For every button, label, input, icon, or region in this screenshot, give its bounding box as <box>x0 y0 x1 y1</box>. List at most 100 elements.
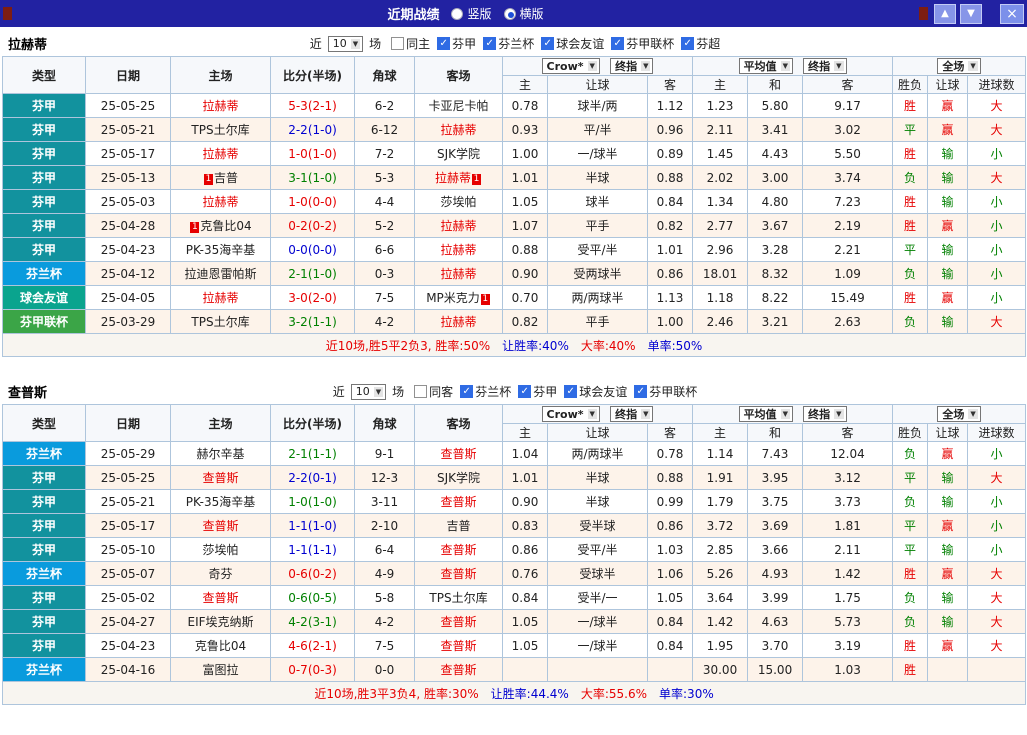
score-link[interactable]: 1-0(0-0) <box>270 189 355 214</box>
score-link[interactable]: 4-6(2-1) <box>270 633 355 658</box>
score-link[interactable]: 2-1(1-0) <box>270 261 355 286</box>
filter-checkbox[interactable]: ✓ <box>437 37 451 50</box>
score-link[interactable]: 1-0(1-0) <box>270 141 355 166</box>
home-team-link[interactable]: 富图拉 <box>170 657 271 682</box>
away-team-link[interactable]: 查普斯 <box>414 441 503 466</box>
average-header-cell: 平均值 ▼ 终指 ▼ <box>692 404 894 424</box>
away-team-link[interactable]: 查普斯 <box>414 609 503 634</box>
score-link[interactable]: 0-7(0-3) <box>270 657 355 682</box>
home-team-link[interactable]: 拉赫蒂 <box>170 93 271 118</box>
away-team-link[interactable]: 查普斯 <box>414 633 503 658</box>
avg-away-cell: 2.63 <box>802 309 894 334</box>
scope-select[interactable]: 全场 ▼ <box>937 58 981 74</box>
scroll-up-button[interactable]: ▲ <box>934 3 956 24</box>
away-team-link[interactable]: 卡亚尼卡帕 <box>414 93 503 118</box>
score-link[interactable]: 1-1(1-1) <box>270 537 355 562</box>
score-link[interactable]: 0-6(0-2) <box>270 561 355 586</box>
odds-company-select[interactable]: Crow* ▼ <box>541 58 600 75</box>
team-name-text: 克鲁比04 <box>194 639 247 653</box>
close-button[interactable]: × <box>1000 3 1024 24</box>
home-team-link[interactable]: 1 吉普 <box>170 165 271 190</box>
away-team-link[interactable]: MP米克力 1 <box>414 285 503 310</box>
filter-checkbox[interactable] <box>414 385 428 398</box>
filter-checkbox[interactable]: ✓ <box>564 385 578 398</box>
filter-checkbox[interactable]: ✓ <box>541 37 555 50</box>
away-team-link[interactable]: 拉赫蒂 1 <box>414 165 503 190</box>
home-team-link[interactable]: 拉赫蒂 <box>170 141 271 166</box>
filter-checkbox[interactable]: ✓ <box>518 385 532 398</box>
home-team-link[interactable]: 拉赫蒂 <box>170 285 271 310</box>
home-team-link[interactable]: 拉赫蒂 <box>170 189 271 214</box>
home-team-link[interactable]: 奇芬 <box>170 561 271 586</box>
home-team-link[interactable]: TPS土尔库 <box>170 117 271 142</box>
score-link[interactable]: 1-0(1-0) <box>270 489 355 514</box>
filter-checkbox[interactable]: ✓ <box>460 385 474 398</box>
filter-checkbox[interactable]: ✓ <box>634 385 648 398</box>
average-stage-select[interactable]: 终指 ▼ <box>803 58 847 74</box>
home-team-link[interactable]: 拉迪恩雷帕斯 <box>170 261 271 286</box>
corners-cell: 4-2 <box>354 309 415 334</box>
home-team-link[interactable]: EIF埃克纳斯 <box>170 609 271 634</box>
home-team-link[interactable]: 莎埃帕 <box>170 537 271 562</box>
filter-checkbox[interactable]: ✓ <box>611 37 625 50</box>
home-team-link[interactable]: 查普斯 <box>170 465 271 490</box>
odds-stage-select[interactable]: 终指 ▼ <box>610 57 654 74</box>
home-team-link[interactable]: TPS土尔库 <box>170 309 271 334</box>
score-link[interactable]: 3-2(1-1) <box>270 309 355 334</box>
odds-company-select[interactable]: Crow* ▼ <box>541 406 600 423</box>
score-link[interactable]: 3-1(1-0) <box>270 165 355 190</box>
odds-stage-select[interactable]: 终指 ▼ <box>610 405 654 422</box>
away-team-link[interactable]: TPS土尔库 <box>414 585 503 610</box>
away-team-link[interactable]: 莎埃帕 <box>414 189 503 214</box>
home-team-link[interactable]: 赫尔辛基 <box>170 441 271 466</box>
away-team-link[interactable]: 拉赫蒂 <box>414 309 503 334</box>
score-link[interactable]: 0-2(0-2) <box>270 213 355 238</box>
away-team-link[interactable]: 吉普 <box>414 513 503 538</box>
away-team-link[interactable]: 查普斯 <box>414 657 503 682</box>
away-team-link[interactable]: 拉赫蒂 <box>414 213 503 238</box>
filter-checkbox[interactable] <box>391 37 405 50</box>
away-team-link[interactable]: 查普斯 <box>414 489 503 514</box>
odds-home-cell: 1.00 <box>502 141 548 166</box>
home-team-link[interactable]: 1 克鲁比04 <box>170 213 271 238</box>
filter-checkbox[interactable]: ✓ <box>483 37 497 50</box>
score-link[interactable]: 0-0(0-0) <box>270 237 355 262</box>
home-team-link[interactable]: 克鲁比04 <box>170 633 271 658</box>
goals-result-cell: 小 <box>967 237 1027 262</box>
away-team-link[interactable]: 查普斯 <box>414 561 503 586</box>
goals-result-cell: 大 <box>967 633 1027 658</box>
score-link[interactable]: 2-2(1-0) <box>270 117 355 142</box>
score-link[interactable]: 2-1(1-1) <box>270 441 355 466</box>
score-link[interactable]: 1-1(1-0) <box>270 513 355 538</box>
away-team-link[interactable]: 拉赫蒂 <box>414 117 503 142</box>
horizontal-layout-radio[interactable]: 横版 <box>503 5 544 22</box>
recent-count-select[interactable]: 10 ▼ <box>350 383 387 400</box>
scope-select[interactable]: 全场 ▼ <box>937 406 981 422</box>
league-type-cell: 芬甲 <box>2 585 86 610</box>
average-stage-select[interactable]: 终指 ▼ <box>803 406 847 422</box>
away-team-link[interactable]: 拉赫蒂 <box>414 237 503 262</box>
summary-text: 让胜率:40% <box>502 338 569 353</box>
result-cell: 平 <box>892 537 929 562</box>
score-link[interactable]: 2-2(0-1) <box>270 465 355 490</box>
home-team-link[interactable]: PK-35海辛基 <box>170 237 271 262</box>
home-team-link[interactable]: PK-35海辛基 <box>170 489 271 514</box>
recent-count-select[interactable]: 10 ▼ <box>327 35 364 52</box>
away-team-link[interactable]: SJK学院 <box>414 141 503 166</box>
home-team-link[interactable]: 查普斯 <box>170 585 271 610</box>
scroll-down-button[interactable]: ▼ <box>960 3 982 24</box>
home-team-link[interactable]: 查普斯 <box>170 513 271 538</box>
filter-checkbox[interactable]: ✓ <box>681 37 695 50</box>
away-team-link[interactable]: 拉赫蒂 <box>414 261 503 286</box>
score-link[interactable]: 3-0(2-0) <box>270 285 355 310</box>
average-select[interactable]: 平均值 ▼ <box>738 58 793 74</box>
score-link[interactable]: 0-6(0-5) <box>270 585 355 610</box>
score-link[interactable]: 5-3(2-1) <box>270 93 355 118</box>
vertical-layout-radio[interactable]: 竖版 <box>451 5 492 22</box>
away-team-link[interactable]: SJK学院 <box>414 465 503 490</box>
score-link[interactable]: 4-2(3-1) <box>270 609 355 634</box>
away-team-link[interactable]: 查普斯 <box>414 537 503 562</box>
avg-draw-cell: 7.43 <box>747 441 804 466</box>
average-select[interactable]: 平均值 ▼ <box>738 406 793 422</box>
red-card-badge: 1 <box>190 222 200 233</box>
